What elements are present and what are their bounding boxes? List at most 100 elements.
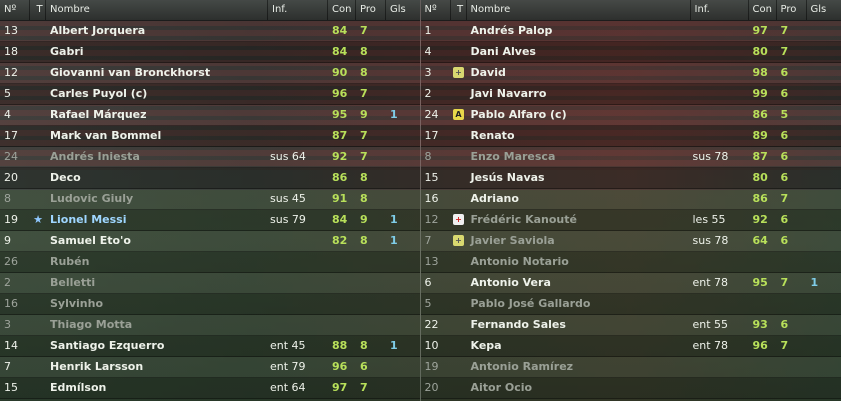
player-name: Edmílson — [50, 381, 107, 394]
col-header-rating[interactable]: Pro — [356, 0, 386, 20]
col-header-rating[interactable]: Pro — [777, 0, 807, 20]
player-condition: 90 — [332, 66, 348, 79]
table-row[interactable]: 13 Albert Jorquera 84 7 — [0, 21, 420, 42]
col-header-type[interactable]: T — [451, 0, 467, 20]
table-row[interactable]: 14 Santiago Ezquerro ent 45 88 8 1 — [0, 336, 420, 357]
player-condition: 91 — [332, 192, 348, 205]
player-name: Rafael Márquez — [50, 108, 147, 121]
table-row[interactable]: 20 Deco 86 8 — [0, 168, 420, 189]
table-row[interactable]: 2 Javi Navarro 99 6 — [420, 84, 841, 105]
table-row[interactable]: 13 Antonio Notario — [420, 252, 841, 273]
player-type — [30, 63, 46, 83]
table-row[interactable]: 24 Andrés Iniesta sus 64 92 7 — [0, 147, 420, 168]
player-condition — [328, 252, 356, 272]
player-goals: 1 — [390, 234, 398, 247]
player-rating: 7 — [360, 381, 368, 394]
table-row[interactable]: 8 Ludovic Giuly sus 45 91 8 — [0, 189, 420, 210]
table-row[interactable]: 18 Gabri 84 8 — [0, 42, 420, 63]
player-rating: 6 — [780, 150, 789, 163]
player-type — [451, 336, 467, 356]
table-row[interactable]: 15 Jesús Navas 80 6 — [420, 168, 841, 189]
table-row[interactable]: 17 Renato 89 6 — [420, 126, 841, 147]
player-name: Santiago Ezquerro — [50, 339, 165, 352]
table-row[interactable]: 1 Andrés Palop 97 7 — [420, 21, 841, 42]
player-goals: 1 — [390, 108, 398, 121]
player-number: 8 — [424, 150, 432, 163]
table-header: Nº T Nombre Inf. Con Pro Gls — [420, 0, 841, 21]
table-row[interactable]: 17 Mark van Bommel 87 7 — [0, 126, 420, 147]
table-row[interactable]: 9 Samuel Eto'o 82 8 1 — [0, 231, 420, 252]
table-row[interactable]: 15 Edmílson ent 64 97 7 — [0, 378, 420, 399]
col-header-name[interactable]: Nombre — [467, 0, 691, 20]
table-row[interactable]: 5 Carles Puyol (c) 96 7 — [0, 84, 420, 105]
player-number: 16 — [4, 297, 18, 310]
table-row[interactable]: 12 Giovanni van Bronckhorst 90 8 — [0, 63, 420, 84]
player-number: 3 — [4, 318, 11, 331]
col-header-condition[interactable]: Con — [749, 0, 777, 20]
table-row[interactable]: 16 Adriano 86 7 — [420, 189, 841, 210]
player-rating: 6 — [780, 234, 789, 247]
player-name: Javi Navarro — [470, 87, 547, 100]
player-info — [268, 42, 328, 62]
player-rating — [777, 357, 807, 377]
player-goals — [386, 294, 414, 314]
table-row[interactable]: 10 Kepa ent 78 96 7 — [420, 336, 841, 357]
player-number: 19 — [4, 213, 18, 226]
player-condition: 93 — [752, 318, 768, 331]
table-row[interactable]: 20 Aitor Ocio — [420, 378, 841, 399]
table-row[interactable]: 24 A Pablo Alfaro (c) 86 5 — [420, 105, 841, 126]
player-number: 26 — [4, 255, 18, 268]
table-row[interactable]: 26 Rubén — [0, 252, 420, 273]
player-type — [451, 378, 467, 398]
table-row[interactable]: 7 Henrik Larsson ent 79 96 6 — [0, 357, 420, 378]
table-row[interactable]: 16 Sylvinho — [0, 294, 420, 315]
player-rating: 7 — [360, 24, 368, 37]
player-info — [268, 315, 328, 335]
player-condition: 89 — [752, 129, 768, 142]
table-row[interactable]: 2 Belletti — [0, 273, 420, 294]
player-rating: 9 — [360, 213, 368, 226]
col-header-info[interactable]: Inf. — [691, 0, 749, 20]
star-icon: ★ — [33, 213, 43, 226]
player-info — [691, 63, 749, 83]
table-row[interactable]: 6 Antonio Vera ent 78 95 7 1 — [420, 273, 841, 294]
table-row[interactable]: 4 Dani Alves 80 7 — [420, 42, 841, 63]
col-header-goals[interactable]: Gls — [386, 0, 414, 20]
col-header-type[interactable]: T — [30, 0, 46, 20]
player-number: 17 — [424, 129, 439, 142]
player-goals — [807, 231, 835, 251]
player-number: 22 — [424, 318, 439, 331]
col-header-number[interactable]: Nº — [0, 0, 30, 20]
table-row[interactable]: 3 Thiago Motta — [0, 315, 420, 336]
player-number: 2 — [424, 87, 432, 100]
player-info: ent 64 — [270, 381, 306, 394]
table-row[interactable]: 22 Fernando Sales ent 55 93 6 — [420, 315, 841, 336]
table-row[interactable]: 7 + Javier Saviola sus 78 64 6 — [420, 231, 841, 252]
player-rating: 6 — [780, 66, 789, 79]
table-row[interactable]: 19 ★ Lionel Messi sus 79 84 9 1 — [0, 210, 420, 231]
table-row[interactable]: 12 + Frédéric Kanouté les 55 92 6 — [420, 210, 841, 231]
player-rating: 7 — [780, 24, 789, 37]
player-condition: 86 — [752, 192, 768, 205]
col-header-info[interactable]: Inf. — [268, 0, 328, 20]
table-row[interactable]: 19 Antonio Ramírez — [420, 357, 841, 378]
player-number: 15 — [424, 171, 439, 184]
col-header-number[interactable]: Nº — [421, 0, 451, 20]
player-type — [30, 273, 46, 293]
player-info — [691, 378, 749, 398]
player-rating: 6 — [780, 171, 789, 184]
table-row[interactable]: 3 + David 98 6 — [420, 63, 841, 84]
player-name: Aitor Ocio — [470, 381, 533, 394]
col-header-condition[interactable]: Con — [328, 0, 356, 20]
table-row[interactable]: 4 Rafael Márquez 95 9 1 — [0, 105, 420, 126]
player-info: ent 45 — [270, 339, 306, 352]
player-type: A — [451, 105, 467, 125]
table-row[interactable]: 5 Pablo José Gallardo — [420, 294, 841, 315]
table-row[interactable]: 8 Enzo Maresca sus 78 87 6 — [420, 147, 841, 168]
player-goals — [386, 147, 414, 167]
col-header-goals[interactable]: Gls — [807, 0, 835, 20]
col-header-name[interactable]: Nombre — [46, 0, 268, 20]
player-type — [30, 315, 46, 335]
player-goals — [386, 273, 414, 293]
player-info: ent 78 — [692, 276, 729, 289]
